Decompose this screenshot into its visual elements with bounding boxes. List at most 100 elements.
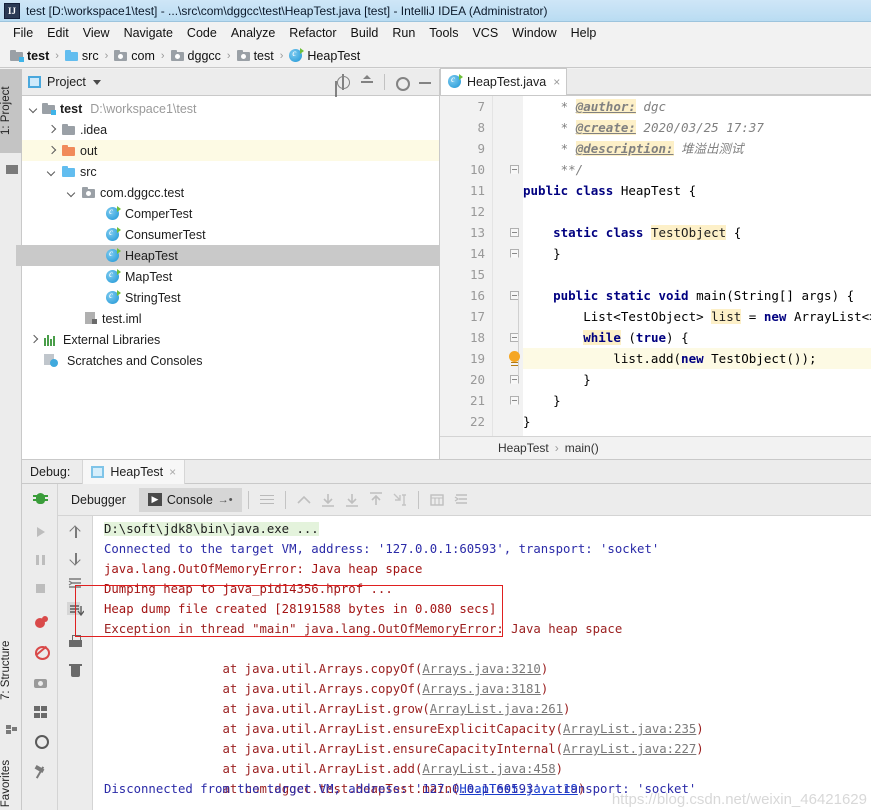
stacktrace-link[interactable]: ArrayList.java:227 (563, 742, 696, 756)
gear-icon[interactable] (393, 74, 410, 91)
chevron-down-icon[interactable] (92, 79, 101, 85)
settings-icon[interactable] (32, 732, 49, 749)
tree-item-compertest[interactable]: ComperTest (22, 203, 439, 224)
menu-file[interactable]: File (6, 24, 40, 42)
hide-icon[interactable] (417, 74, 433, 90)
close-icon[interactable]: × (553, 75, 560, 89)
camera-icon[interactable] (32, 674, 47, 688)
force-step-into-icon[interactable] (367, 491, 385, 509)
breadcrumb-item-com[interactable]: com (114, 49, 155, 63)
tree-item-stringtest[interactable]: StringTest (22, 287, 439, 308)
structure-icon[interactable] (4, 721, 17, 734)
menu-vcs[interactable]: VCS (465, 24, 505, 42)
breadcrumb-item-heaptest[interactable]: HeapTest (289, 47, 360, 63)
sidebar-item-project[interactable]: 1: Project (0, 69, 22, 153)
stop-icon[interactable] (32, 580, 45, 593)
menu-help[interactable]: Help (564, 24, 604, 42)
view-breakpoints-icon[interactable] (32, 614, 48, 628)
scroll-up-icon[interactable] (67, 524, 80, 538)
fold-marker-icon[interactable] (510, 396, 519, 405)
breadcrumb-item-testpkg[interactable]: test (236, 49, 274, 63)
stacktrace-link[interactable]: ArrayList.java:458 (422, 762, 555, 776)
run-to-cursor-icon[interactable] (391, 491, 409, 509)
tab-heaptest-java[interactable]: HeapTest.java × (440, 68, 568, 95)
menu-tools[interactable]: Tools (422, 24, 465, 42)
tree-item-src[interactable]: src (22, 161, 439, 182)
debug-icon[interactable] (32, 490, 48, 504)
intention-bulb-icon[interactable] (509, 351, 520, 366)
step-into-icon[interactable] (343, 491, 361, 509)
chevron-down-icon[interactable] (46, 166, 58, 178)
debug-session-tab[interactable]: HeapTest × (82, 459, 186, 484)
editor-gutter[interactable]: 7 8 9 10 11 12 13 14 15 16 17 18 19 20 2… (440, 96, 507, 436)
print-icon[interactable] (67, 634, 82, 647)
pause-icon[interactable] (32, 552, 45, 565)
tree-item-idea[interactable]: .idea (22, 119, 439, 140)
menu-run[interactable]: Run (385, 24, 422, 42)
step-out-icon[interactable] (295, 491, 313, 509)
tree-item-consumertest[interactable]: ConsumerTest (22, 224, 439, 245)
menu-edit[interactable]: Edit (40, 24, 76, 42)
menu-analyze[interactable]: Analyze (224, 24, 282, 42)
tree-item-package[interactable]: com.dggcc.test (22, 182, 439, 203)
scroll-to-end-icon[interactable] (67, 602, 85, 617)
sidebar-item-favorites[interactable]: 2: Favorites (0, 744, 22, 810)
resume-icon[interactable] (32, 524, 45, 537)
tab-console[interactable]: ▶ Console →• (138, 487, 242, 512)
chevron-right-icon[interactable] (46, 145, 58, 157)
stacktrace-link[interactable]: ArrayList.java:261 (430, 702, 563, 716)
tab-debugger[interactable]: Debugger (62, 488, 135, 512)
tree-item-maptest[interactable]: MapTest (22, 266, 439, 287)
editor-fold-bar[interactable] (493, 96, 523, 436)
breadcrumb-item-dggcc[interactable]: dggcc (170, 49, 221, 63)
tree-item-scratches[interactable]: Scratches and Consoles (22, 350, 439, 371)
layout-icon[interactable] (32, 702, 45, 715)
tree-item-out[interactable]: out (22, 140, 439, 161)
fold-marker-icon[interactable] (510, 375, 519, 384)
pin-icon[interactable] (32, 764, 45, 777)
collapse-all-icon[interactable] (359, 74, 375, 90)
clear-all-icon[interactable] (67, 662, 82, 677)
fold-marker-icon[interactable] (510, 249, 519, 258)
stacktrace-link[interactable]: Arrays.java:3210 (422, 662, 540, 676)
locate-icon[interactable] (335, 74, 351, 90)
stacktrace-link[interactable]: ArrayList.java:235 (563, 722, 696, 736)
console-output[interactable]: D:\soft\jdk8\bin\java.exe ... Connected … (93, 516, 871, 810)
menu-code[interactable]: Code (180, 24, 224, 42)
menu-window[interactable]: Window (505, 24, 563, 42)
breadcrumb-item-test[interactable]: test (10, 49, 49, 63)
tree-item-label: Scratches and Consoles (67, 353, 203, 368)
scroll-down-icon[interactable] (67, 550, 80, 564)
menu-view[interactable]: View (76, 24, 117, 42)
sidebar-item-structure[interactable]: 7: Structure (0, 624, 22, 716)
close-icon[interactable]: × (169, 465, 176, 479)
soft-wrap-icon[interactable] (452, 491, 470, 509)
fold-marker-icon[interactable] (510, 228, 519, 237)
menu-refactor[interactable]: Refactor (282, 24, 343, 42)
project-panel-header: Project (22, 69, 439, 96)
menu-navigate[interactable]: Navigate (117, 24, 180, 42)
breadcrumb-method[interactable]: main() (565, 441, 599, 455)
soft-wrap-icon[interactable] (67, 576, 81, 589)
breadcrumb-item-src[interactable]: src (64, 49, 99, 63)
code-text-area[interactable]: * @author: dgc * @create: 2020/03/25 17:… (523, 96, 871, 436)
chevron-right-icon[interactable] (28, 334, 40, 346)
chevron-down-icon[interactable] (66, 187, 78, 199)
evaluate-icon[interactable] (428, 491, 446, 509)
menu-build[interactable]: Build (344, 24, 386, 42)
tree-item-heaptest[interactable]: HeapTest (16, 245, 439, 266)
folder-icon[interactable] (4, 161, 18, 174)
mute-breakpoints-icon[interactable] (32, 642, 50, 660)
editor-body[interactable]: 7 8 9 10 11 12 13 14 15 16 17 18 19 20 2… (440, 96, 871, 436)
chevron-down-icon[interactable] (28, 103, 40, 115)
chevron-right-icon[interactable] (46, 124, 58, 136)
breadcrumb-class[interactable]: HeapTest (498, 441, 549, 455)
tree-item-iml[interactable]: test.iml (22, 308, 439, 329)
tree-item-external-libraries[interactable]: External Libraries (22, 329, 439, 350)
step-over-icon[interactable] (319, 491, 337, 509)
tree-item-test[interactable]: test D:\workspace1\test (22, 98, 439, 119)
stacktrace-link[interactable]: Arrays.java:3181 (422, 682, 540, 696)
menu-icon[interactable] (258, 491, 276, 509)
stacktrace-prefix: at java.util.Arrays.copyOf( (178, 682, 423, 696)
fold-marker-icon[interactable] (510, 165, 519, 174)
